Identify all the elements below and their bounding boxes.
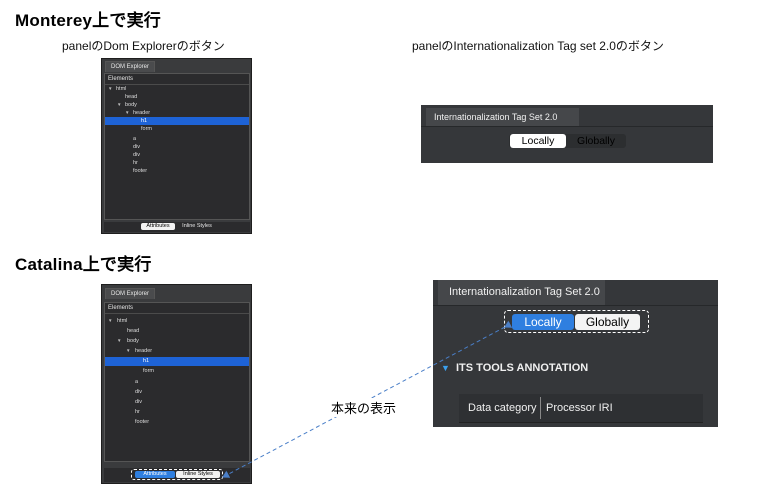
annotation-arrows: [222, 320, 513, 478]
annotation-label: 本来の表示: [330, 398, 398, 417]
